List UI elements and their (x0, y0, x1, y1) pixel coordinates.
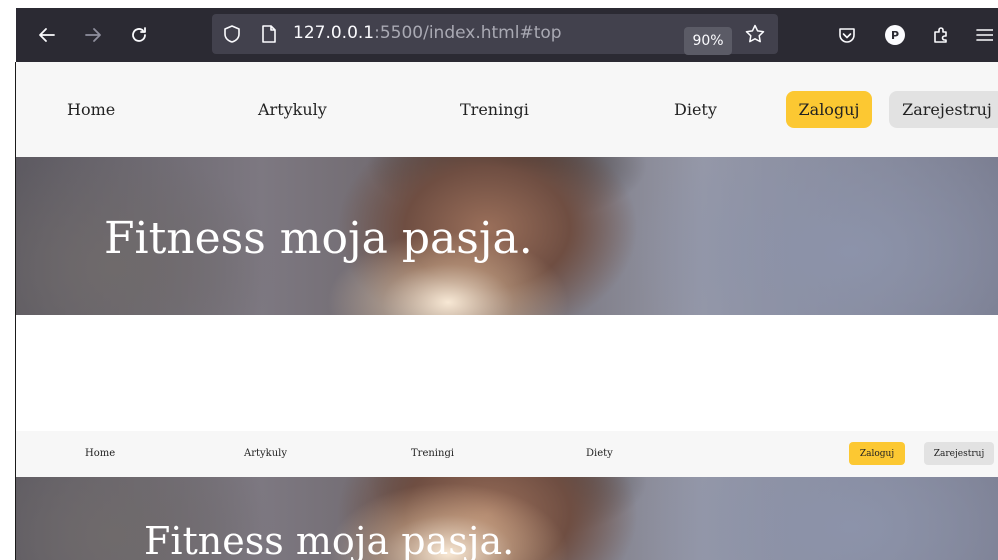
url-bar[interactable]: 127.0.0.1:5500/index.html#top 90% (212, 14, 778, 55)
nav-link-diets[interactable]: Diety (586, 448, 613, 459)
url-text[interactable]: 127.0.0.1:5500/index.html#top (293, 23, 562, 43)
nav-link-home[interactable]: Home (67, 100, 115, 119)
back-icon[interactable] (32, 20, 62, 50)
reload-icon[interactable] (124, 20, 154, 50)
register-button[interactable]: Zarejestruj (889, 91, 998, 128)
star-icon[interactable] (744, 23, 766, 49)
navbar-large: Home Artykuly Treningi Diety Zaloguj Zar… (16, 62, 998, 157)
zoom-indicator[interactable]: 90% (684, 27, 732, 55)
nav-link-trainings[interactable]: Treningi (411, 448, 454, 459)
extensions-icon[interactable] (926, 20, 956, 50)
login-button[interactable]: Zaloguj (849, 442, 905, 465)
shield-icon[interactable] (222, 24, 242, 48)
page-icon[interactable] (260, 24, 278, 48)
hero-title: Fitness moja pasja. (144, 519, 515, 560)
pocket-icon[interactable] (832, 20, 862, 50)
nav-link-home[interactable]: Home (85, 448, 115, 459)
nav-link-diets[interactable]: Diety (674, 100, 717, 119)
nav-link-articles[interactable]: Artykuly (258, 100, 327, 119)
register-button[interactable]: Zarejestruj (924, 442, 994, 465)
hero-banner-large: Fitness moja pasja. (16, 157, 998, 315)
profile-icon[interactable]: P (880, 20, 910, 50)
hero-banner-small: Fitness moja pasja. (16, 477, 998, 560)
forward-icon[interactable] (78, 20, 108, 50)
browser-toolbar: 127.0.0.1:5500/index.html#top 90% P (16, 8, 998, 62)
navbar-small: Home Artykuly Treningi Diety Zaloguj Zar… (16, 431, 998, 477)
nav-link-articles[interactable]: Artykuly (244, 448, 287, 459)
menu-icon[interactable] (970, 20, 998, 50)
profile-avatar: P (885, 25, 905, 45)
nav-link-trainings[interactable]: Treningi (460, 100, 529, 119)
hero-title: Fitness moja pasja. (104, 213, 533, 264)
login-button[interactable]: Zaloguj (786, 91, 872, 128)
